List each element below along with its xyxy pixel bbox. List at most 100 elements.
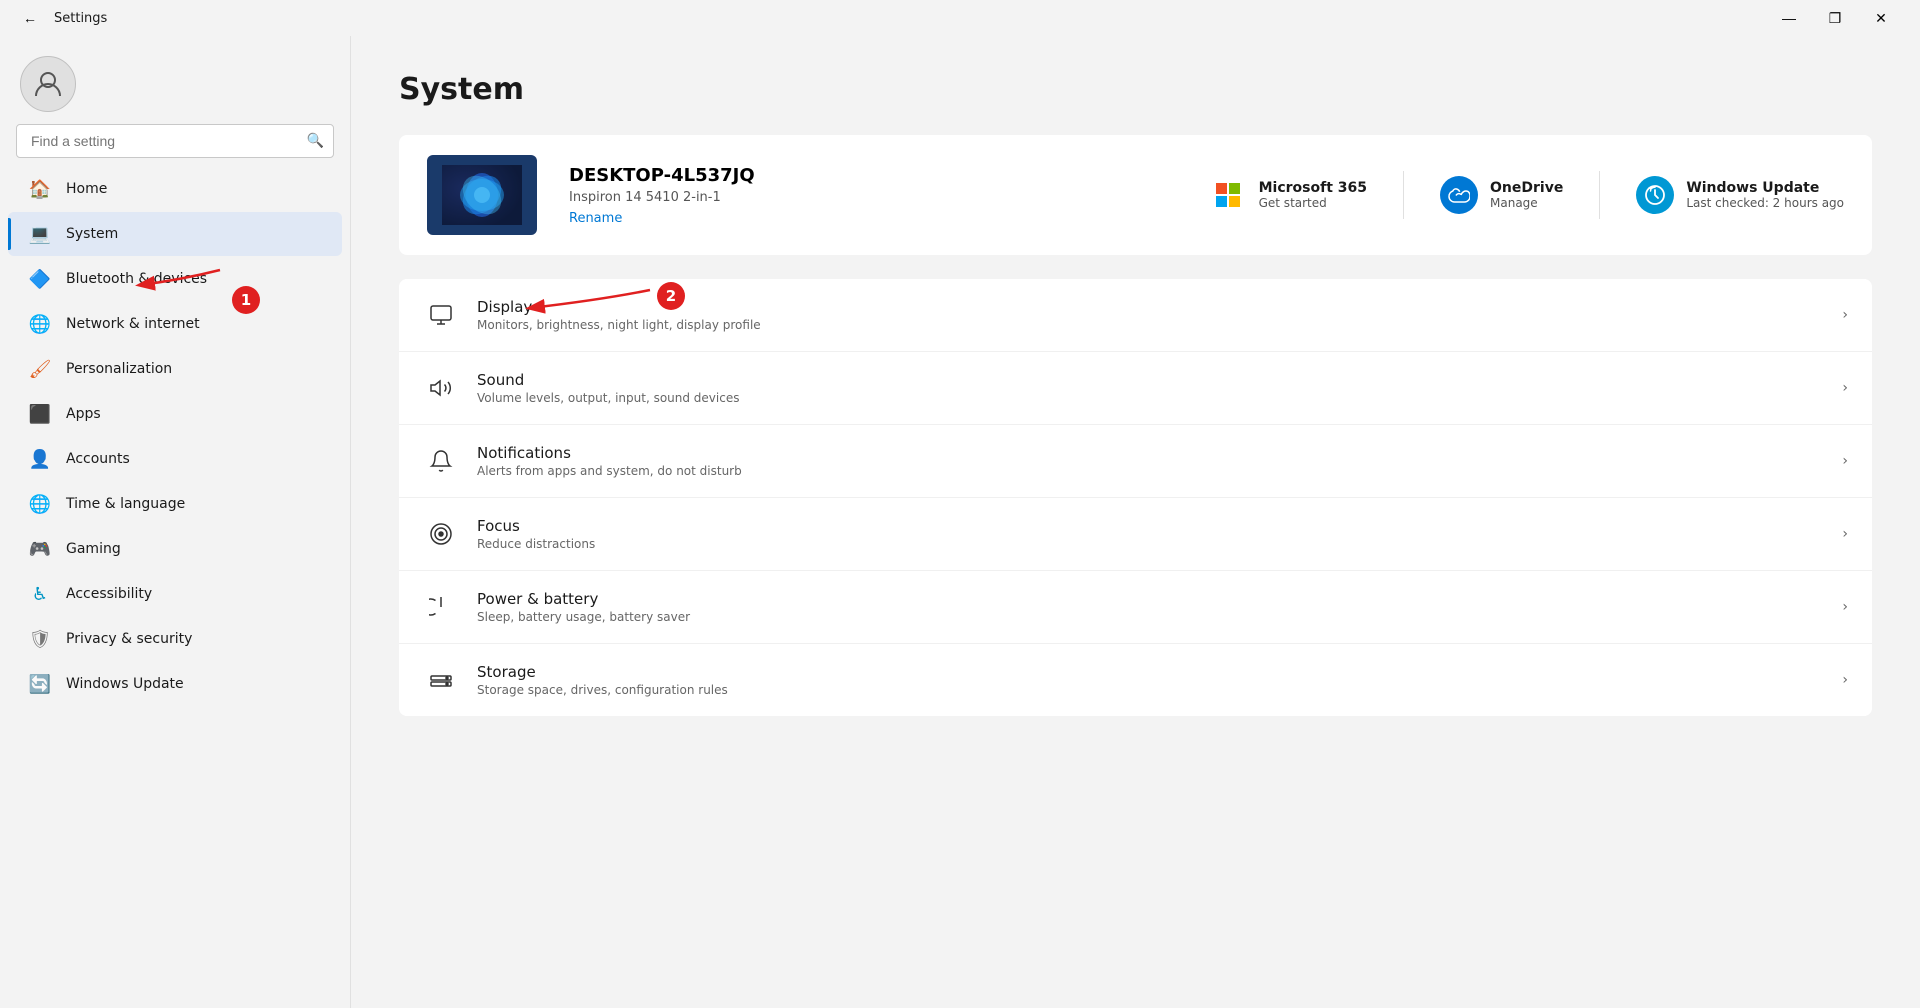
settings-subtitle-sound: Volume levels, output, input, sound devi… xyxy=(477,391,739,405)
ms365-link[interactable]: Microsoft 365 Get started xyxy=(1209,176,1367,214)
settings-title-sound: Sound xyxy=(477,371,739,389)
sidebar: 🔍 🏠 Home 💻 System 🔷 Bluetooth & devices … xyxy=(0,36,350,1008)
settings-title-notifications: Notifications xyxy=(477,444,742,462)
chevron-icon-focus: › xyxy=(1842,526,1848,542)
settings-item-display[interactable]: Display Monitors, brightness, night ligh… xyxy=(399,279,1872,352)
windows-update-link[interactable]: Windows Update Last checked: 2 hours ago xyxy=(1636,176,1844,214)
nav-icon-accounts: 👤 xyxy=(28,447,52,471)
settings-subtitle-display: Monitors, brightness, night light, displ… xyxy=(477,318,761,332)
nav-icon-time: 🌐 xyxy=(28,492,52,516)
onedrive-link[interactable]: OneDrive Manage xyxy=(1440,176,1563,214)
settings-subtitle-power: Sleep, battery usage, battery saver xyxy=(477,610,690,624)
avatar xyxy=(20,56,76,112)
minimize-button[interactable]: — xyxy=(1766,0,1812,36)
nav-label-apps: Apps xyxy=(66,406,101,422)
nav-label-system: System xyxy=(66,226,118,242)
sidebar-item-bluetooth[interactable]: 🔷 Bluetooth & devices xyxy=(8,257,342,301)
settings-item-sound[interactable]: Sound Volume levels, output, input, soun… xyxy=(399,352,1872,425)
settings-title-power: Power & battery xyxy=(477,590,690,608)
windows-update-icon xyxy=(1636,176,1674,214)
ms365-icon xyxy=(1209,176,1247,214)
ms365-text: Microsoft 365 Get started xyxy=(1259,180,1367,210)
settings-subtitle-storage: Storage space, drives, configuration rul… xyxy=(477,683,728,697)
sidebar-item-gaming[interactable]: 🎮 Gaming xyxy=(8,527,342,571)
nav-label-home: Home xyxy=(66,181,107,197)
nav-label-network: Network & internet xyxy=(66,316,200,332)
sidebar-item-accessibility[interactable]: ♿ Accessibility xyxy=(8,572,342,616)
device-model: Inspiron 14 5410 2-in-1 xyxy=(569,190,755,205)
nav-label-privacy: Privacy & security xyxy=(66,631,192,647)
settings-icon-sound xyxy=(423,370,459,406)
back-button[interactable]: ← xyxy=(16,4,44,32)
settings-text-focus: Focus Reduce distractions xyxy=(477,517,595,551)
search-icon: 🔍 xyxy=(307,133,324,149)
settings-item-notifications[interactable]: Notifications Alerts from apps and syste… xyxy=(399,425,1872,498)
settings-icon-focus xyxy=(423,516,459,552)
windows-update-title: Windows Update xyxy=(1686,180,1844,196)
nav-icon-accessibility: ♿ xyxy=(28,582,52,606)
settings-item-power[interactable]: Power & battery Sleep, battery usage, ba… xyxy=(399,571,1872,644)
settings-text-storage: Storage Storage space, drives, configura… xyxy=(477,663,728,697)
sidebar-item-apps[interactable]: ⬛ Apps xyxy=(8,392,342,436)
settings-text-display: Display Monitors, brightness, night ligh… xyxy=(477,298,761,332)
chevron-icon-storage: › xyxy=(1842,672,1848,688)
windows-update-subtitle: Last checked: 2 hours ago xyxy=(1686,196,1844,210)
maximize-button[interactable]: ❐ xyxy=(1812,0,1858,36)
titlebar-left: ← Settings xyxy=(16,4,107,32)
onedrive-subtitle: Manage xyxy=(1490,196,1563,210)
titlebar: ← Settings — ❐ ✕ xyxy=(0,0,1920,36)
nav-label-time: Time & language xyxy=(66,496,185,512)
settings-title-display: Display xyxy=(477,298,761,316)
device-name: DESKTOP-4L537JQ xyxy=(569,165,755,186)
link-separator-2 xyxy=(1599,171,1600,219)
search-input[interactable] xyxy=(16,124,334,158)
page-title: System xyxy=(399,72,1872,107)
settings-list: Display Monitors, brightness, night ligh… xyxy=(399,279,1872,716)
sidebar-item-time[interactable]: 🌐 Time & language xyxy=(8,482,342,526)
window-controls: — ❐ ✕ xyxy=(1766,0,1904,36)
nav-icon-bluetooth: 🔷 xyxy=(28,267,52,291)
sidebar-item-home[interactable]: 🏠 Home xyxy=(8,167,342,211)
nav-icon-home: 🏠 xyxy=(28,177,52,201)
device-card: DESKTOP-4L537JQ Inspiron 14 5410 2-in-1 … xyxy=(399,135,1872,255)
nav-label-update: Windows Update xyxy=(66,676,184,692)
ms365-logo xyxy=(1216,183,1240,207)
sidebar-nav: 🏠 Home 💻 System 🔷 Bluetooth & devices 🌐 … xyxy=(0,166,350,707)
nav-icon-system: 💻 xyxy=(28,222,52,246)
ms365-subtitle: Get started xyxy=(1259,196,1367,210)
nav-icon-update: 🔄 xyxy=(28,672,52,696)
nav-label-gaming: Gaming xyxy=(66,541,121,557)
settings-text-sound: Sound Volume levels, output, input, soun… xyxy=(477,371,739,405)
settings-icon-storage xyxy=(423,662,459,698)
sidebar-item-system[interactable]: 💻 System xyxy=(8,212,342,256)
settings-item-storage[interactable]: Storage Storage space, drives, configura… xyxy=(399,644,1872,716)
settings-text-notifications: Notifications Alerts from apps and syste… xyxy=(477,444,742,478)
nav-label-accessibility: Accessibility xyxy=(66,586,152,602)
chevron-icon-display: › xyxy=(1842,307,1848,323)
settings-subtitle-notifications: Alerts from apps and system, do not dist… xyxy=(477,464,742,478)
settings-text-power: Power & battery Sleep, battery usage, ba… xyxy=(477,590,690,624)
onedrive-text: OneDrive Manage xyxy=(1490,180,1563,210)
close-button[interactable]: ✕ xyxy=(1858,0,1904,36)
sidebar-item-network[interactable]: 🌐 Network & internet xyxy=(8,302,342,346)
onedrive-title: OneDrive xyxy=(1490,180,1563,196)
sidebar-item-accounts[interactable]: 👤 Accounts xyxy=(8,437,342,481)
nav-label-bluetooth: Bluetooth & devices xyxy=(66,271,207,287)
nav-icon-network: 🌐 xyxy=(28,312,52,336)
rename-link[interactable]: Rename xyxy=(569,211,622,226)
sidebar-item-personalization[interactable]: 🖌 Personalization xyxy=(8,347,342,391)
main-content: System xyxy=(351,36,1920,1008)
chevron-icon-sound: › xyxy=(1842,380,1848,396)
settings-item-focus[interactable]: Focus Reduce distractions › xyxy=(399,498,1872,571)
sidebar-item-privacy[interactable]: 🛡 Privacy & security xyxy=(8,617,342,661)
settings-icon-notifications xyxy=(423,443,459,479)
ms365-title: Microsoft 365 xyxy=(1259,180,1367,196)
settings-title-focus: Focus xyxy=(477,517,595,535)
settings-icon-display xyxy=(423,297,459,333)
nav-label-accounts: Accounts xyxy=(66,451,130,467)
device-quick-links: Microsoft 365 Get started OneDrive xyxy=(1209,171,1844,219)
sidebar-item-update[interactable]: 🔄 Windows Update xyxy=(8,662,342,706)
sidebar-header xyxy=(0,36,350,124)
search-box[interactable]: 🔍 xyxy=(16,124,334,158)
nav-label-personalization: Personalization xyxy=(66,361,172,377)
